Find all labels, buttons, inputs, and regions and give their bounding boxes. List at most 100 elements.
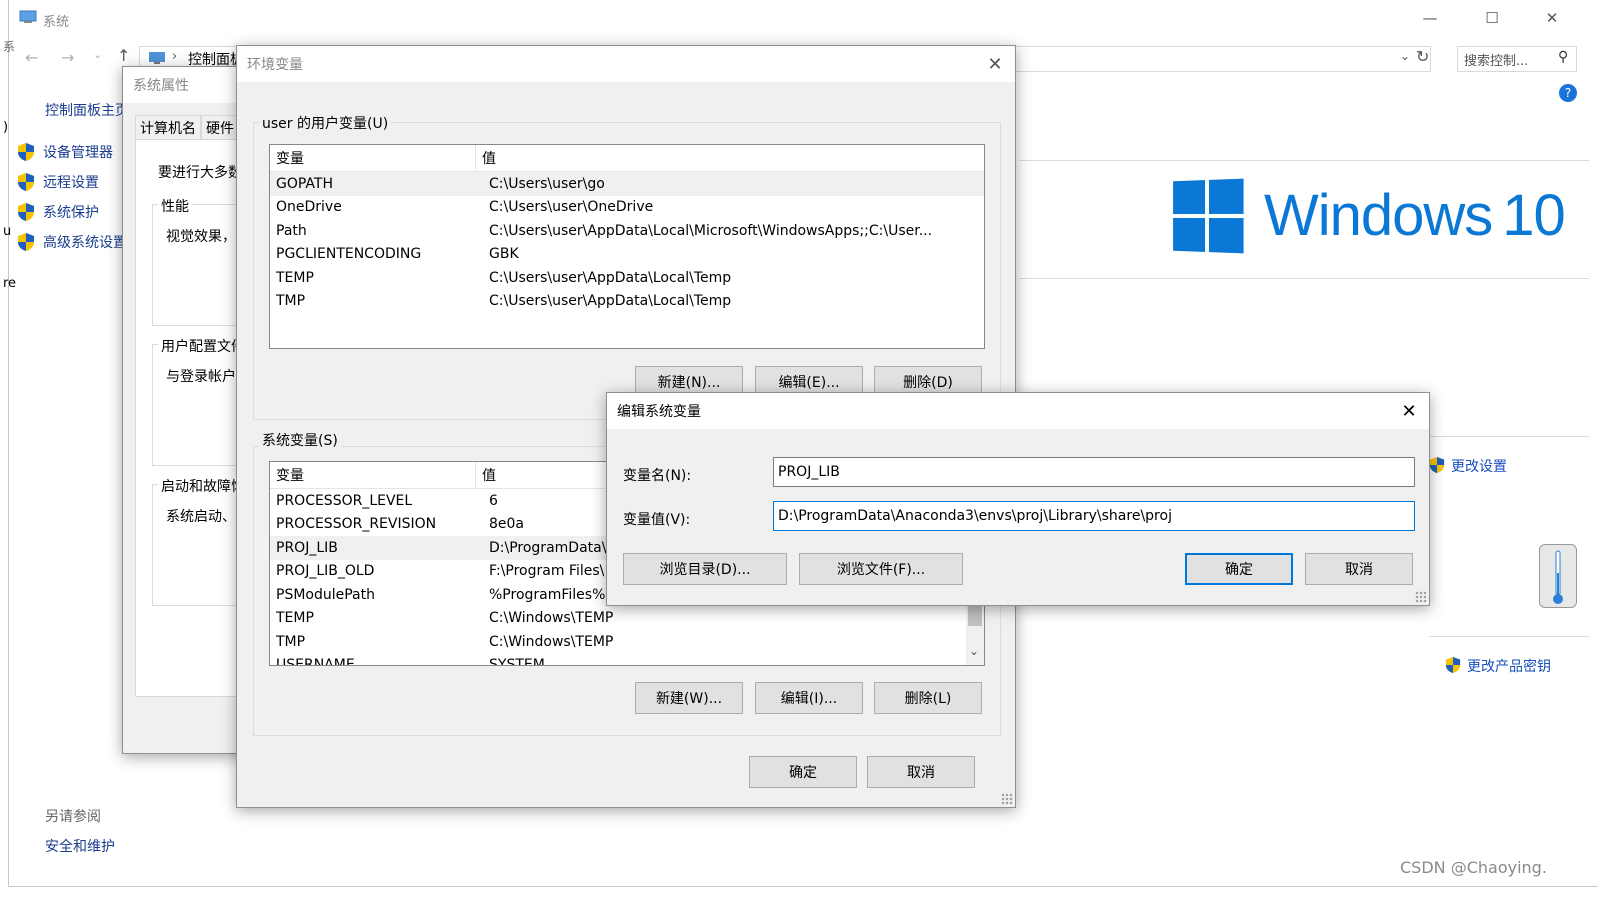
forward-arrow-icon[interactable]: → [61, 48, 74, 67]
sidebar-item-label: 高级系统设置 [43, 235, 127, 251]
column-header-value[interactable]: 值 [476, 145, 496, 171]
back-arrow-icon[interactable]: ← [25, 48, 38, 67]
user-variables-label: user 的用户变量(U) [259, 113, 392, 133]
address-dropdown-icon[interactable]: ⌄ [1400, 49, 1410, 63]
table-row[interactable]: GOPATH C:\Users\user\go [270, 172, 984, 196]
env-titlebar: 环境变量 ✕ [237, 46, 1015, 82]
edit-ok-button[interactable]: 确定 [1185, 553, 1293, 585]
variable-value-cell: C:\Windows\TEMP [489, 610, 614, 627]
breadcrumb-separator-icon: › [172, 49, 178, 64]
variable-name-value: PROJ_LIB [778, 464, 840, 480]
sidebar-home-link[interactable]: 控制面板主页 [45, 100, 129, 120]
sidebar-item-advanced-settings[interactable]: 高级系统设置 [17, 232, 127, 252]
table-row[interactable]: Path C:\Users\user\AppData\Local\Microsof… [270, 219, 984, 243]
sidebar-list: 设备管理器 远程设置 系统保护 高级系统设置 [17, 142, 127, 252]
change-product-key-link[interactable]: 更改产品密钥 [1445, 656, 1551, 676]
search-icon[interactable]: ⚲ [1558, 49, 1568, 65]
edit-titlebar: 编辑系统变量 ✕ [607, 393, 1429, 429]
system-delete-button[interactable]: 删除(L) [874, 682, 982, 714]
scrollbar-thumb[interactable] [968, 604, 982, 626]
thermometer-icon [1552, 549, 1564, 609]
close-icon[interactable]: ✕ [1397, 399, 1421, 423]
up-arrow-icon[interactable]: ↑ [117, 46, 130, 65]
variable-name-cell: Path [276, 222, 307, 239]
table-row[interactable]: TEMP C:\Users\user\AppData\Local\Temp [270, 266, 984, 290]
column-header-variable[interactable]: 变量 [270, 145, 476, 171]
resize-grip-icon[interactable] [1001, 793, 1013, 805]
maximize-button[interactable]: ☐ [1469, 0, 1515, 36]
env-dialog-title: 环境变量 [247, 57, 303, 73]
system-window-icon [19, 10, 37, 24]
table-row[interactable]: USERNAME SYSTEM [270, 654, 984, 666]
sidebar-item-system-protection[interactable]: 系统保护 [17, 202, 127, 222]
left-fragment: u [3, 224, 12, 239]
shield-icon [17, 142, 35, 162]
browse-directory-button[interactable]: 浏览目录(D)... [623, 553, 787, 585]
env-cancel-button[interactable]: 取消 [867, 756, 975, 788]
performance-label: 性能 [158, 196, 192, 216]
variable-name-cell: OneDrive [276, 199, 342, 216]
system-new-button[interactable]: 新建(W)... [635, 682, 743, 714]
section-divider [1429, 436, 1589, 437]
sidebar-item-remote-settings[interactable]: 远程设置 [17, 172, 127, 192]
table-row[interactable]: TMP C:\Users\user\AppData\Local\Temp [270, 290, 984, 314]
variable-name-label: 变量名(N): [623, 468, 692, 484]
windows-10-wordmark: Windows 10 [1264, 182, 1566, 249]
section-divider [1429, 636, 1589, 637]
search-input[interactable]: 搜索控制... ⚲ [1457, 46, 1577, 72]
edit-system-variable-dialog: 编辑系统变量 ✕ 变量名(N): PROJ_LIB 变量值(V): D:\Pro… [606, 392, 1430, 606]
variable-name-cell: PROJ_LIB [276, 539, 338, 556]
table-row[interactable]: PGCLIENTENCODING GBK [270, 243, 984, 267]
table-row[interactable]: OneDrive C:\Users\user\OneDrive [270, 196, 984, 220]
edit-cancel-button[interactable]: 取消 [1305, 553, 1413, 585]
table-row[interactable]: TEMP C:\Windows\TEMP [270, 607, 984, 631]
see-also-title: 另请参阅 [45, 809, 101, 825]
variable-name-cell: PGCLIENTENCODING [276, 246, 422, 263]
performance-text: 视觉效果， [166, 229, 236, 245]
left-fragment: 系 [3, 40, 16, 54]
close-icon[interactable]: ✕ [983, 52, 1007, 76]
scroll-down-icon[interactable]: ⌄ [969, 644, 979, 658]
minimize-button[interactable]: — [1407, 0, 1453, 36]
system-titlebar: 系统 — ☐ ✕ [9, 0, 1598, 38]
watermark: CSDN @Chaoying. [1400, 858, 1547, 877]
search-placeholder: 搜索控制... [1464, 54, 1529, 69]
system-edit-button[interactable]: 编辑(I)... [755, 682, 863, 714]
column-header-value[interactable]: 值 [476, 462, 496, 488]
refresh-icon[interactable]: ↻ [1416, 47, 1429, 66]
variable-value-cell: C:\Users\user\AppData\Local\Temp [489, 293, 732, 310]
variable-value-input[interactable]: D:\ProgramData\Anaconda3\envs\proj\Libra… [773, 501, 1415, 531]
thermometer-widget[interactable] [1539, 544, 1577, 608]
user-variables-list[interactable]: 变量 值 GOPATH C:\Users\user\go OneDrive C:\Us… [269, 144, 985, 349]
column-header-variable[interactable]: 变量 [270, 462, 476, 488]
variable-value-cell: C:\Windows\TEMP [489, 633, 614, 650]
help-icon[interactable]: ? [1559, 84, 1577, 102]
security-maintenance-link[interactable]: 安全和维护 [45, 836, 115, 856]
variable-value-label: 变量值(V): [623, 512, 691, 528]
variable-name-cell: TEMP [276, 269, 314, 286]
variable-name-input[interactable]: PROJ_LIB [773, 457, 1415, 487]
table-row[interactable]: TMP C:\Windows\TEMP [270, 630, 984, 654]
intro-text: 要进行大多数 [158, 165, 242, 181]
variable-name-cell: USERNAME [276, 657, 355, 666]
variable-value-cell: GBK [489, 246, 519, 263]
variable-name-cell: PSModulePath [276, 586, 375, 603]
variable-value-cell: C:\Users\user\AppData\Local\Microsoft\Wi… [489, 222, 933, 239]
system-properties-tabs: 计算机名 硬件 [135, 115, 239, 141]
variable-value-cell: F:\Program Files\ [489, 563, 605, 580]
variable-name-cell: PROCESSOR_REVISION [276, 516, 437, 533]
chevron-down-icon[interactable]: ⌄ [93, 48, 102, 61]
close-button[interactable]: ✕ [1529, 0, 1575, 36]
resize-grip-icon[interactable] [1415, 591, 1427, 603]
tab-hardware[interactable]: 硬件 [201, 115, 239, 141]
variable-value-cell: C:\Users\user\OneDrive [489, 199, 654, 216]
env-ok-button[interactable]: 确定 [749, 756, 857, 788]
variable-value-cell: 6 [489, 492, 498, 509]
browse-file-button[interactable]: 浏览文件(F)... [799, 553, 963, 585]
section-divider [1019, 160, 1589, 161]
tab-computer-name[interactable]: 计算机名 [135, 115, 201, 141]
sidebar-item-device-manager[interactable]: 设备管理器 [17, 142, 127, 162]
change-settings-link[interactable]: 更改设置 [1429, 456, 1507, 476]
left-fragment: re [3, 276, 17, 291]
shield-icon [1445, 656, 1463, 676]
